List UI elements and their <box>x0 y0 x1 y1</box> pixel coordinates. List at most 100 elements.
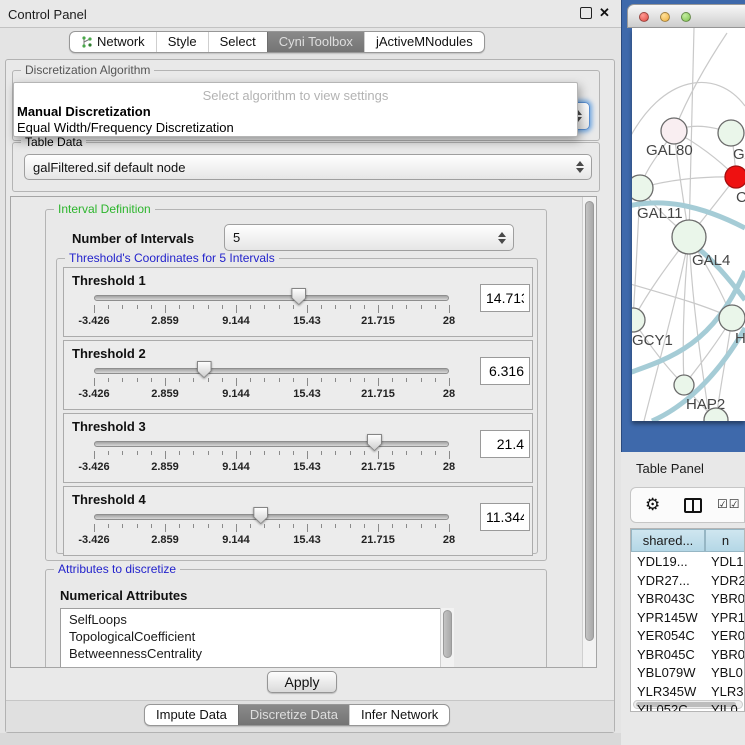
network-node[interactable] <box>719 305 745 331</box>
combo-arrows-icon <box>575 161 584 173</box>
threshold-value-field[interactable] <box>480 503 530 531</box>
tab-select[interactable]: Select <box>208 32 267 52</box>
attribute-item[interactable]: BetweennessCentrality <box>69 646 202 661</box>
tab-network[interactable]: Network <box>70 32 156 52</box>
table-cell[interactable]: YPR145W <box>637 610 703 629</box>
slider-thumb[interactable] <box>197 361 212 378</box>
panel-scrollbar[interactable] <box>582 197 597 667</box>
network-window-titlebar[interactable] <box>627 4 745 28</box>
network-node[interactable] <box>674 375 694 395</box>
tab-impute-data[interactable]: Impute Data <box>145 705 238 725</box>
column-header-name[interactable]: n <box>705 529 745 552</box>
popup-item-manual-discretization[interactable]: Manual Discretization <box>17 104 151 119</box>
slider-ticks <box>94 451 450 460</box>
tick-label: 2.859 <box>151 388 179 400</box>
node-label: GCY1 <box>632 332 673 349</box>
table-cell[interactable]: YBR045C <box>637 647 703 666</box>
node-attribute-table[interactable]: shared...nYDL19... YDL1 YDR27... YDR2 YBR043… <box>630 528 745 712</box>
table-toolbar: ⚙ ☑☑ <box>630 487 745 523</box>
slider-thumb[interactable] <box>291 288 306 305</box>
num-intervals-label: Number of Intervals <box>72 231 194 246</box>
network-graph: GAL80GACGAL11GAL4GCY1HHAP2 <box>632 28 745 421</box>
attribute-item[interactable]: TopologicalCoefficient <box>69 629 195 644</box>
tick-label: 28 <box>443 388 455 400</box>
column-header-shared-name[interactable]: shared... <box>631 529 705 552</box>
tick-label: 2.859 <box>151 534 179 546</box>
table-cell[interactable]: YDL19... <box>637 554 703 573</box>
checkbox-icons[interactable]: ☑☑ <box>717 497 741 511</box>
threshold-slider[interactable] <box>94 514 449 520</box>
group-title: Table Data <box>21 135 86 150</box>
split-columns-icon[interactable] <box>684 498 702 513</box>
attribute-item[interactable]: SelfLoops <box>69 612 127 627</box>
threshold-slider[interactable] <box>94 441 449 447</box>
table-cell[interactable]: YIL0 <box>711 702 745 712</box>
tab-infer-network[interactable]: Infer Network <box>349 705 449 725</box>
tab-label: Impute Data <box>156 705 227 725</box>
tick-label: 9.144 <box>222 315 250 327</box>
threshold-value-field[interactable] <box>480 284 530 312</box>
table-cell[interactable]: YLR3 <box>711 684 745 703</box>
table-cell[interactable]: YIL052C <box>637 702 703 712</box>
close-traffic-light-icon[interactable] <box>639 12 649 22</box>
network-node[interactable] <box>661 118 687 144</box>
top-tab-bar: Network Style Select Cyni ToolboxjActiveMNo… <box>69 31 485 53</box>
zoom-traffic-light-icon[interactable] <box>681 12 691 22</box>
network-edge <box>632 283 732 318</box>
threshold-value-field[interactable] <box>480 430 530 458</box>
network-node[interactable] <box>672 220 706 254</box>
tick-label: -3.426 <box>78 388 109 400</box>
table-cell[interactable]: YDR2 <box>711 573 745 592</box>
minimize-traffic-light-icon[interactable] <box>660 12 670 22</box>
network-node[interactable] <box>725 166 745 188</box>
gear-icon[interactable]: ⚙ <box>645 495 660 515</box>
tab-label: Select <box>220 32 256 52</box>
threshold-slider[interactable] <box>94 368 449 374</box>
table-cell[interactable]: YDR27... <box>637 573 703 592</box>
table-cell[interactable]: YLR345W <box>637 684 703 703</box>
threshold-row: Threshold 4 -3.4262.8599.14415.4321.7152… <box>63 486 533 556</box>
tab-label: Network <box>97 32 145 52</box>
algorithm-dropdown-popup: Select algorithm to view settings Manual… <box>13 82 578 137</box>
popup-item-equal-width-frequency[interactable]: Equal Width/Frequency Discretization <box>17 120 234 135</box>
slider-tick-labels: -3.4262.8599.14415.4321.71528 <box>94 461 450 473</box>
table-cell[interactable]: YBL0 <box>711 665 745 684</box>
threshold-slider[interactable] <box>94 295 449 301</box>
tab-jactivemnodules[interactable]: jActiveMNodules <box>364 32 484 52</box>
num-intervals-combobox[interactable]: 5 <box>224 224 514 251</box>
table-cell[interactable]: YBR043C <box>637 591 703 610</box>
table-cell[interactable]: YBL079W <box>637 665 703 684</box>
network-node[interactable] <box>632 175 653 201</box>
tab-style[interactable]: Style <box>156 32 208 52</box>
table-cell[interactable]: YBR0 <box>711 647 745 666</box>
table-cell[interactable]: YPR1 <box>711 610 745 629</box>
threshold-value-field[interactable] <box>480 357 530 385</box>
apply-button[interactable]: Apply <box>267 671 337 693</box>
tick-label: -3.426 <box>78 315 109 327</box>
window-bottom-gap <box>0 733 621 745</box>
float-window-icon[interactable] <box>580 7 592 19</box>
slider-ticks <box>94 524 450 533</box>
threshold-label: Threshold 3 <box>72 419 146 434</box>
network-node[interactable] <box>632 308 645 332</box>
table-cell[interactable]: YER0 <box>711 628 745 647</box>
tick-label: 28 <box>443 534 455 546</box>
panel-title: Control Panel <box>8 7 87 22</box>
close-icon[interactable]: ✕ <box>599 5 610 21</box>
network-node[interactable] <box>718 120 744 146</box>
group-title: Interval Definition <box>54 202 155 217</box>
table-cell[interactable]: YER054C <box>637 628 703 647</box>
network-view-canvas[interactable]: GAL80GACGAL11GAL4GCY1HHAP2 <box>632 28 745 421</box>
table-data-combobox[interactable]: galFiltered.sif default node <box>24 154 592 180</box>
slider-thumb[interactable] <box>253 507 268 524</box>
numerical-attributes-list[interactable]: SelfLoops TopologicalCoefficient Betweenne… <box>60 608 454 668</box>
tab-discretize-data[interactable]: Discretize Data <box>238 705 349 725</box>
slider-thumb[interactable] <box>367 434 382 451</box>
tab-cyni-toolbox[interactable]: Cyni Toolbox <box>267 32 364 52</box>
tick-label: 2.859 <box>151 315 179 327</box>
table-cell[interactable]: YDL1 <box>711 554 745 573</box>
table-cell[interactable]: YBR0 <box>711 591 745 610</box>
table-panel-title: Table Panel <box>636 461 704 476</box>
list-scrollbar[interactable] <box>440 608 454 668</box>
settings-scrollpane: Interval Definition Number of Intervals … <box>10 196 597 668</box>
